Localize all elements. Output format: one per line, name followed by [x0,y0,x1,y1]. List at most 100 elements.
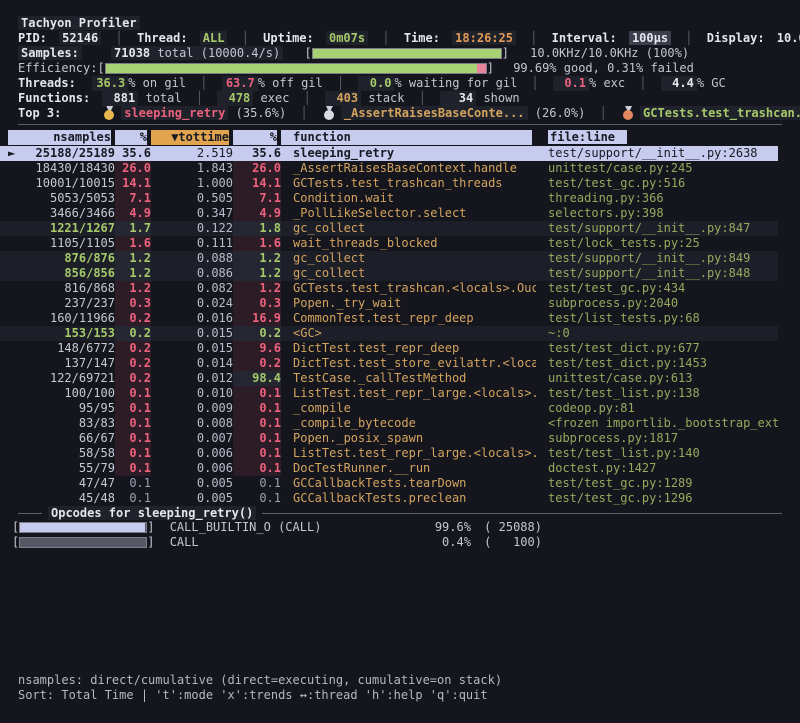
separator: │ [685,31,692,45]
table-row[interactable]: 153/153 0.2 0.015 0.2 <GC> ~:0 [0,326,778,341]
cell-tottime: 0.016 [151,311,233,326]
off-gil-suffix: % off gil [258,76,323,90]
cell-function: GCCallbackTests.preclean [281,491,536,506]
cell-percent-cumulative: 1.6 [233,236,281,251]
cell-tottime: 0.347 [151,206,233,221]
uptime-value: 0m07s [326,31,368,45]
cell-percent-direct: 0.1 [115,431,151,446]
legend-line: nsamples: direct/cumulative (direct=exec… [0,673,800,688]
table-top-divider [18,124,782,125]
gold-medal-icon [104,106,115,120]
table-row[interactable]: 237/237 0.3 0.024 0.3 Popen._try_wait su… [0,296,778,311]
cell-percent-cumulative: 0.2 [233,356,281,371]
cell-function: CommonTest.test_repr_deep [281,311,536,326]
cell-percent-direct: 0.3 [115,296,151,311]
top1-function: sleeping_retry [121,106,228,120]
table-row[interactable]: 18430/18430 26.0 1.843 26.0 _AssertRaise… [0,161,778,176]
header-nsamples[interactable]: nsamples [22,130,115,145]
cell-percent-direct: 0.1 [115,386,151,401]
bronze-medal-icon [623,106,634,120]
cell-percent-direct: 0.1 [115,476,151,491]
table-row[interactable]: 58/58 0.1 0.006 0.1 ListTest.test_repr_l… [0,446,778,461]
pid-label: PID: [18,31,47,45]
header-function[interactable]: function [281,130,536,145]
efficiency-label: Efficiency: [18,61,97,75]
cell-percent-direct: 0.1 [115,446,151,461]
top2-percent: (26.0%) [535,106,586,120]
cell-percent-cumulative: 0.1 [233,476,281,491]
table-row[interactable]: 876/876 1.2 0.088 1.2 gc_collect test/su… [0,251,778,266]
table-row[interactable]: 816/868 1.2 0.082 1.2 GCTests.test_trash… [0,281,778,296]
selection-arrow: ► [8,146,22,161]
header-file-line-cell[interactable]: file:line [536,130,778,145]
table-row[interactable]: 856/856 1.2 0.086 1.2 gc_collect test/su… [0,266,778,281]
cell-file-line: doctest.py:1427 [536,461,778,476]
bar-open-bracket: [ [12,520,19,534]
table-row[interactable]: 148/6772 0.2 0.015 9.6 DictTest.test_rep… [0,341,778,356]
cell-tottime: 0.024 [151,296,233,311]
cell-function: _compile [281,401,536,416]
cell-function: DocTestRunner.__run [281,461,536,476]
profile-table: ► 25188/25189 35.6 2.519 35.6 sleeping_r… [0,146,800,506]
cell-percent-direct: 1.6 [115,236,151,251]
selection-arrow [8,401,22,416]
table-row[interactable]: 3466/3466 4.9 0.347 4.9 _PollLikeSelecto… [0,206,778,221]
status-bar: PID: 52146 │ Thread: ALL │ Uptime: 0m07s… [0,31,800,46]
table-row[interactable]: 137/147 0.2 0.014 0.2 DictTest.test_stor… [0,356,778,371]
cell-percent-cumulative: 98.4 [233,371,281,386]
cell-percent-cumulative: 0.1 [233,491,281,506]
efficiency-good-fill [106,64,477,73]
functions-exec-suffix: exec [261,91,290,105]
table-row[interactable]: 10001/10015 14.1 1.000 14.1 GCTests.test… [0,176,778,191]
cell-nsamples: 47/47 [22,476,115,491]
cell-percent-direct: 0.1 [115,461,151,476]
bar-close-bracket: ] [147,535,154,549]
table-row[interactable]: ► 25188/25189 35.6 2.519 35.6 sleeping_r… [0,146,778,161]
efficiency-line: Efficiency:[] 99.69% good, 0.31% failed [0,61,800,76]
thread-value[interactable]: ALL [200,31,228,45]
opcodes-divider: Opcodes for sleeping_retry() [18,506,782,520]
cell-percent-cumulative: 9.6 [233,341,281,356]
cell-percent-direct: 1.2 [115,281,151,296]
opcode-row: [] CALL_BUILTIN_O (CALL) 99.6% ( 25088) [0,520,800,535]
app-title: Tachyon Profiler [18,16,140,30]
header-tottime-sorted[interactable]: ▼tottime [151,130,233,145]
header-file-line[interactable]: file:line [548,130,627,144]
header-percent-direct[interactable]: % [115,130,151,145]
table-row[interactable]: 160/11966 0.2 0.016 16.9 CommonTest.test… [0,311,778,326]
table-row[interactable]: 66/67 0.1 0.007 0.1 Popen._posix_spawn s… [0,431,778,446]
header-arrow-spacer [8,130,22,145]
table-row[interactable]: 47/47 0.1 0.005 0.1 GCCallbackTests.tear… [0,476,778,491]
table-row[interactable]: 100/100 0.1 0.010 0.1 ListTest.test_repr… [0,386,778,401]
samples-label: Samples: [18,46,82,60]
table-row[interactable]: 122/69721 0.2 0.012 98.4 TestCase._callT… [0,371,778,386]
cell-tottime: 0.088 [151,251,233,266]
cell-percent-cumulative: 14.1 [233,176,281,191]
cell-function: _PollLikeSelector.select [281,206,536,221]
cell-file-line: selectors.py:398 [536,206,778,221]
table-row[interactable]: 55/79 0.1 0.006 0.1 DocTestRunner.__run … [0,461,778,476]
separator: │ [196,91,203,105]
header-percent-cumulative[interactable]: % [233,130,281,145]
separator: │ [242,31,249,45]
exc-suffix: % exc [589,76,625,90]
opcodes-list: [] CALL_BUILTIN_O (CALL) 99.6% ( 25088) … [0,520,800,550]
table-row[interactable]: 5053/5053 7.1 0.505 7.1 Condition.wait t… [0,191,778,206]
table-row[interactable]: 95/95 0.1 0.009 0.1 _compile codeop.py:8… [0,401,778,416]
cell-function: gc_collect [281,221,536,236]
table-row[interactable]: 1221/1267 1.7 0.122 1.8 gc_collect test/… [0,221,778,236]
table-row[interactable]: 1105/1105 1.6 0.111 1.6 wait_threads_blo… [0,236,778,251]
table-row[interactable]: 83/83 0.1 0.008 0.1 _compile_bytecode <f… [0,416,778,431]
separator: │ [116,31,123,45]
cell-nsamples: 95/95 [22,401,115,416]
table-row[interactable]: 45/48 0.1 0.005 0.1 GCCallbackTests.prec… [0,491,778,506]
cell-function: wait_threads_blocked [281,236,536,251]
threads-label: Threads: [18,76,85,91]
samples-bar-fill [313,49,501,58]
separator: │ [532,76,539,90]
samples-rate: 10.0KHz/10.0KHz (100%) [530,46,689,60]
cell-function: gc_collect [281,251,536,266]
time-value: 18:26:25 [452,31,516,45]
cell-function: _AssertRaisesBaseContext.handle [281,161,536,176]
cell-percent-cumulative: 0.3 [233,296,281,311]
